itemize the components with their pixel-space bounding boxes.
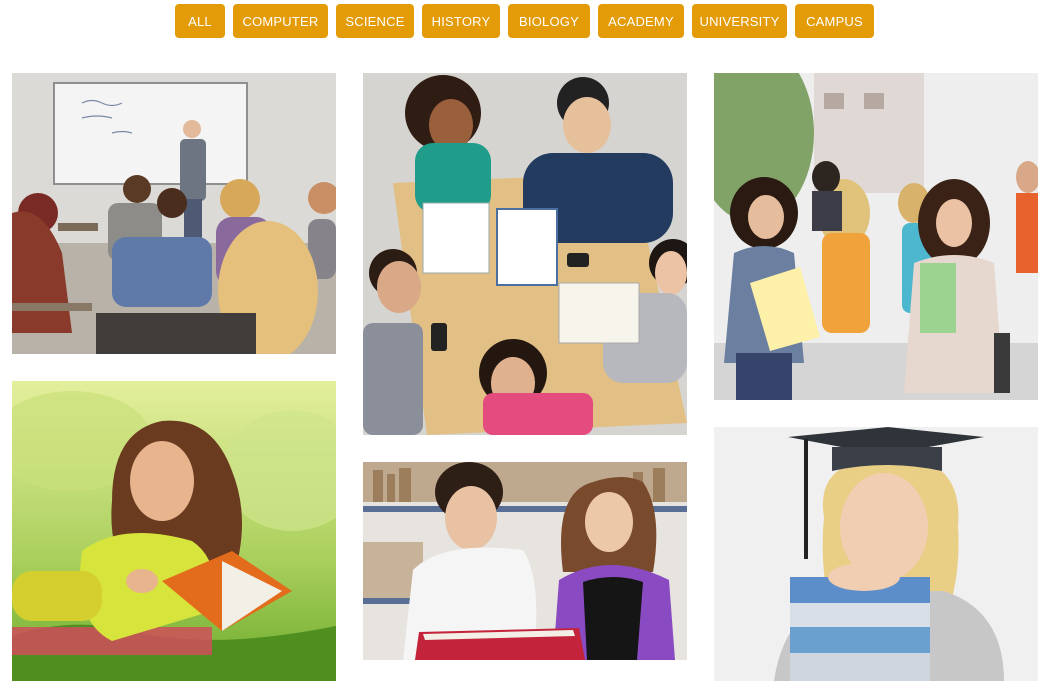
student-reading-image bbox=[12, 381, 336, 681]
filter-biology-button[interactable]: BIOLOGY bbox=[508, 4, 590, 38]
classroom-lecture-image bbox=[12, 73, 336, 354]
students-walking-image bbox=[714, 73, 1038, 400]
graduate-image bbox=[714, 427, 1038, 681]
filter-computer-button[interactable]: COMPUTER bbox=[233, 4, 328, 38]
students-table-image bbox=[363, 73, 687, 435]
category-filter-bar: ALL COMPUTER SCIENCE HISTORY BIOLOGY ACA… bbox=[0, 4, 1042, 38]
gallery-photo-classroom-lecture[interactable] bbox=[12, 73, 336, 354]
gallery-photo-student-reading[interactable] bbox=[12, 381, 336, 681]
filter-academy-button[interactable]: ACADEMY bbox=[598, 4, 684, 38]
filter-university-button[interactable]: UNIVERSITY bbox=[692, 4, 787, 38]
gallery-photo-students-library[interactable] bbox=[363, 462, 687, 660]
filter-science-button[interactable]: SCIENCE bbox=[336, 4, 414, 38]
gallery-photo-students-table[interactable] bbox=[363, 73, 687, 435]
filter-all-button[interactable]: ALL bbox=[175, 4, 225, 38]
filter-history-button[interactable]: HISTORY bbox=[422, 4, 500, 38]
gallery-photo-students-walking[interactable] bbox=[714, 73, 1038, 400]
students-library-image bbox=[363, 462, 687, 660]
filter-campus-button[interactable]: CAMPUS bbox=[795, 4, 874, 38]
gallery-photo-graduate[interactable] bbox=[714, 427, 1038, 681]
